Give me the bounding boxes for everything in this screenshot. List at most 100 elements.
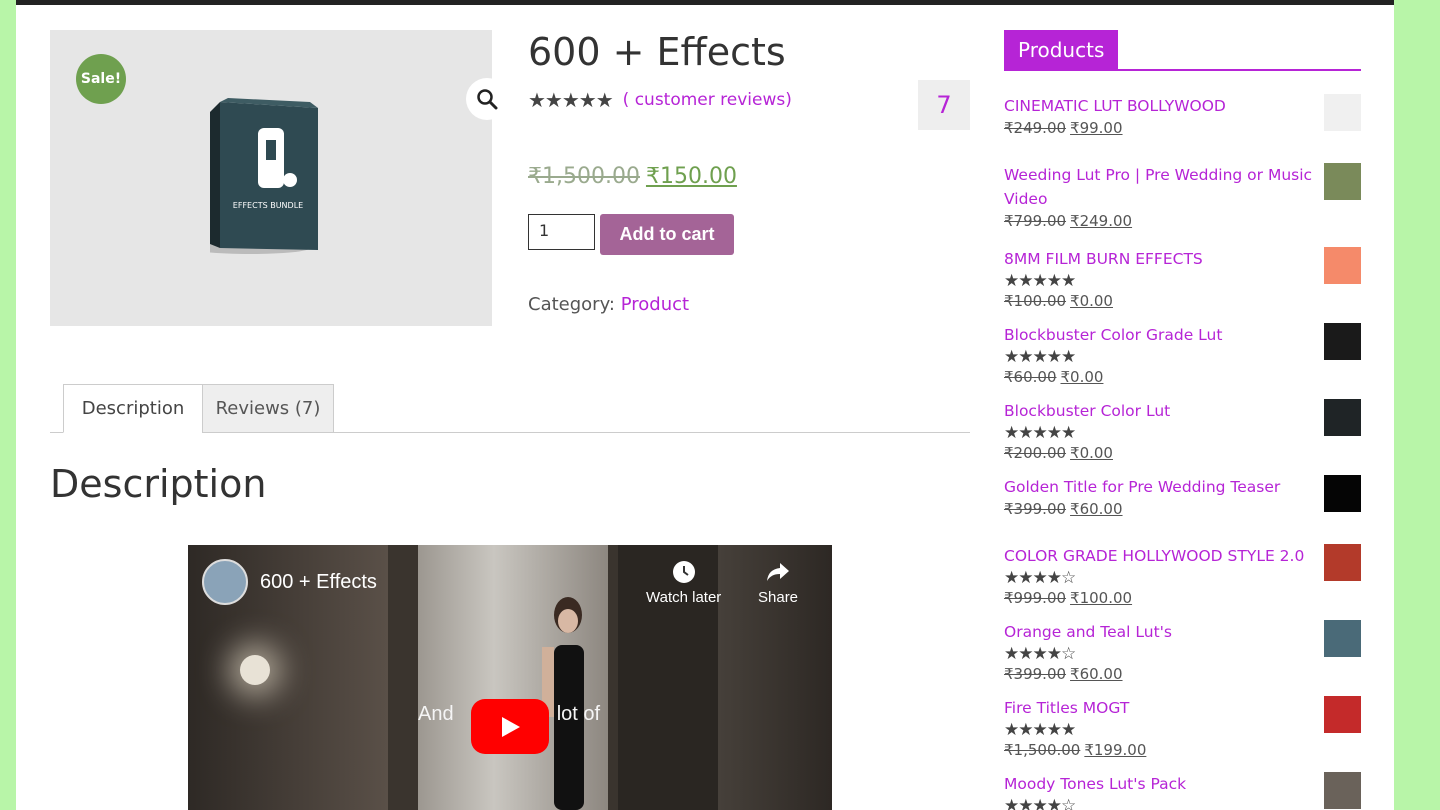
price-new: ₹150.00 <box>645 164 737 189</box>
sidebar-product-stars: ★★★★☆ <box>1004 796 1076 810</box>
sidebar-product-name[interactable]: Blockbuster Color Lut <box>1004 399 1322 423</box>
price: ₹1,500.00 ₹150.00 <box>528 164 737 189</box>
sidebar-product-thumbnail[interactable] <box>1324 247 1361 284</box>
product-title: 600 + Effects <box>528 30 786 74</box>
sidebar-price-old: ₹100.00 <box>1004 292 1067 310</box>
sidebar-product-item[interactable]: CINEMATIC LUT BOLLYWOOD ₹249.00 ₹99.00 <box>1004 94 1361 163</box>
sidebar-product-item[interactable]: Fire Titles MOGT ★★★★★ ₹1,500.00 ₹199.00 <box>1004 696 1361 772</box>
tab-reviews[interactable]: Reviews (7) <box>202 384 334 433</box>
video-title[interactable]: 600 + Effects <box>260 571 377 594</box>
sidebar-product-price: ₹999.00 ₹100.00 <box>1004 588 1361 608</box>
sidebar-product-name[interactable]: Golden Title for Pre Wedding Teaser <box>1004 475 1322 499</box>
sidebar-product-stars: ★★★★★ <box>1004 271 1076 291</box>
sidebar-product-thumbnail[interactable] <box>1324 323 1361 360</box>
sidebar-product-name[interactable]: Moody Tones Lut's Pack <box>1004 772 1322 796</box>
play-button[interactable] <box>471 699 549 754</box>
sidebar-product-item[interactable]: Golden Title for Pre Wedding Teaser ₹399.… <box>1004 475 1361 544</box>
sidebar-product-item[interactable]: COLOR GRADE HOLLYWOOD STYLE 2.0 ★★★★☆ ₹999… <box>1004 544 1361 620</box>
rating-stars: ★★★★★ <box>528 88 614 112</box>
sidebar-product-price: ₹399.00 ₹60.00 <box>1004 499 1361 519</box>
box-label: EFFECTS BUNDLE <box>233 201 303 210</box>
sidebar-product-name[interactable]: Orange and Teal Lut's <box>1004 620 1322 644</box>
add-to-cart-button[interactable]: Add to cart <box>600 214 734 255</box>
sidebar-product-name[interactable]: Weeding Lut Pro | Pre Wedding or Music V… <box>1004 163 1322 211</box>
sidebar-price-new: ₹0.00 <box>1070 292 1113 310</box>
sidebar-price-old: ₹799.00 <box>1004 212 1067 230</box>
watch-later-button[interactable]: Watch later <box>646 559 721 606</box>
sidebar-product-price: ₹399.00 ₹60.00 <box>1004 664 1361 684</box>
play-icon <box>502 716 520 737</box>
sidebar-price-new: ₹100.00 <box>1070 589 1133 607</box>
category-link[interactable]: Product <box>621 294 689 315</box>
sidebar-product-item[interactable]: Blockbuster Color Grade Lut ★★★★★ ₹60.00 ₹0… <box>1004 323 1361 399</box>
product-gallery[interactable]: Sale! EFFECTS BUNDLE <box>50 30 508 326</box>
category-label: Category: <box>528 294 615 315</box>
sidebar-product-name[interactable]: CINEMATIC LUT BOLLYWOOD <box>1004 94 1322 118</box>
share-label: Share <box>758 589 799 606</box>
sidebar-product-stars: ★★★★☆ <box>1004 568 1076 588</box>
rating-row: ★★★★★ ( customer reviews) <box>528 88 792 112</box>
watch-later-label: Watch later <box>646 589 722 606</box>
sidebar-product-thumbnail[interactable] <box>1324 94 1361 131</box>
top-bar <box>16 0 1394 5</box>
caption-left: And <box>418 703 454 725</box>
sidebar-product-price: ₹100.00 ₹0.00 <box>1004 291 1361 311</box>
sidebar-price-old: ₹60.00 <box>1004 368 1057 386</box>
sidebar-product-thumbnail[interactable] <box>1324 163 1361 200</box>
sidebar-price-old: ₹399.00 <box>1004 665 1067 683</box>
sidebar-product-thumbnail[interactable] <box>1324 399 1361 436</box>
sidebar-product-thumbnail[interactable] <box>1324 696 1361 733</box>
sidebar-price-new: ₹60.00 <box>1070 500 1123 518</box>
page: Sale! EFFECTS BUNDLE 600 + Effects ★★★★★… <box>16 0 1394 810</box>
sidebar-product-name[interactable]: Blockbuster Color Grade Lut <box>1004 323 1322 347</box>
sidebar-price-new: ₹99.00 <box>1070 119 1123 137</box>
sidebar-product-item[interactable]: 8MM FILM BURN EFFECTS ★★★★★ ₹100.00 ₹0.00 <box>1004 247 1361 323</box>
sidebar-product-name[interactable]: COLOR GRADE HOLLYWOOD STYLE 2.0 <box>1004 544 1322 568</box>
sidebar-product-price: ₹60.00 ₹0.00 <box>1004 367 1361 387</box>
sidebar-price-old: ₹249.00 <box>1004 119 1067 137</box>
youtube-video-embed[interactable]: 600 + Effects Watch later Share And lot … <box>188 545 832 810</box>
sidebar-price-old: ₹200.00 <box>1004 444 1067 462</box>
clock-icon <box>672 561 695 583</box>
video-lamp <box>240 655 270 685</box>
sidebar-product-stars: ★★★★★ <box>1004 720 1076 740</box>
product-list: CINEMATIC LUT BOLLYWOOD ₹249.00 ₹99.00 Weed… <box>1004 94 1361 810</box>
sidebar-product-price: ₹1,500.00 ₹199.00 <box>1004 740 1361 760</box>
sidebar-product-item[interactable]: Blockbuster Color Lut ★★★★★ ₹200.00 ₹0.00 <box>1004 399 1361 475</box>
zoom-icon[interactable] <box>466 78 508 120</box>
sidebar-product-item[interactable]: Moody Tones Lut's Pack ★★★★☆ <box>1004 772 1361 810</box>
sidebar-price-new: ₹0.00 <box>1060 368 1104 386</box>
reviews-link[interactable]: ( customer reviews) <box>623 90 792 110</box>
sidebar-product-thumbnail[interactable] <box>1324 772 1361 809</box>
sidebar-price-old: ₹1,500.00 <box>1004 741 1081 759</box>
review-count-box: 7 <box>918 80 970 130</box>
tab-description[interactable]: Description <box>63 384 203 433</box>
sidebar-product-thumbnail[interactable] <box>1324 620 1361 657</box>
sidebar-product-item[interactable]: Weeding Lut Pro | Pre Wedding or Music V… <box>1004 163 1361 247</box>
sidebar-product-price: ₹249.00 ₹99.00 <box>1004 118 1361 138</box>
sidebar-product-thumbnail[interactable] <box>1324 544 1361 581</box>
description-heading: Description <box>50 462 267 506</box>
sidebar-price-new: ₹249.00 <box>1070 212 1133 230</box>
sidebar-price-old: ₹999.00 <box>1004 589 1067 607</box>
sidebar-product-price: ₹799.00 ₹249.00 <box>1004 211 1361 231</box>
sidebar-product-stars: ★★★★★ <box>1004 423 1076 443</box>
sidebar-price-new: ₹199.00 <box>1084 741 1147 759</box>
sidebar-price-old: ₹399.00 <box>1004 500 1067 518</box>
price-old: ₹1,500.00 <box>528 164 640 189</box>
product-box-image: EFFECTS BUNDLE <box>210 98 318 254</box>
sidebar-product-name[interactable]: Fire Titles MOGT <box>1004 696 1322 720</box>
channel-avatar[interactable] <box>202 559 248 605</box>
sidebar-product-item[interactable]: Orange and Teal Lut's ★★★★☆ ₹399.00 ₹60.00 <box>1004 620 1361 696</box>
quantity-input[interactable]: 1 <box>528 214 595 250</box>
sidebar-price-new: ₹0.00 <box>1070 444 1113 462</box>
sidebar-product-name[interactable]: 8MM FILM BURN EFFECTS <box>1004 247 1322 271</box>
share-button[interactable]: Share <box>758 559 798 606</box>
sidebar-product-stars: ★★★★★ <box>1004 347 1076 367</box>
sidebar-product-stars: ★★★★☆ <box>1004 644 1076 664</box>
sidebar-title-line <box>1004 69 1361 71</box>
sidebar-title: Products <box>1004 30 1119 70</box>
sidebar-product-thumbnail[interactable] <box>1324 475 1361 512</box>
sidebar-price-new: ₹60.00 <box>1070 665 1123 683</box>
share-icon <box>767 563 790 581</box>
